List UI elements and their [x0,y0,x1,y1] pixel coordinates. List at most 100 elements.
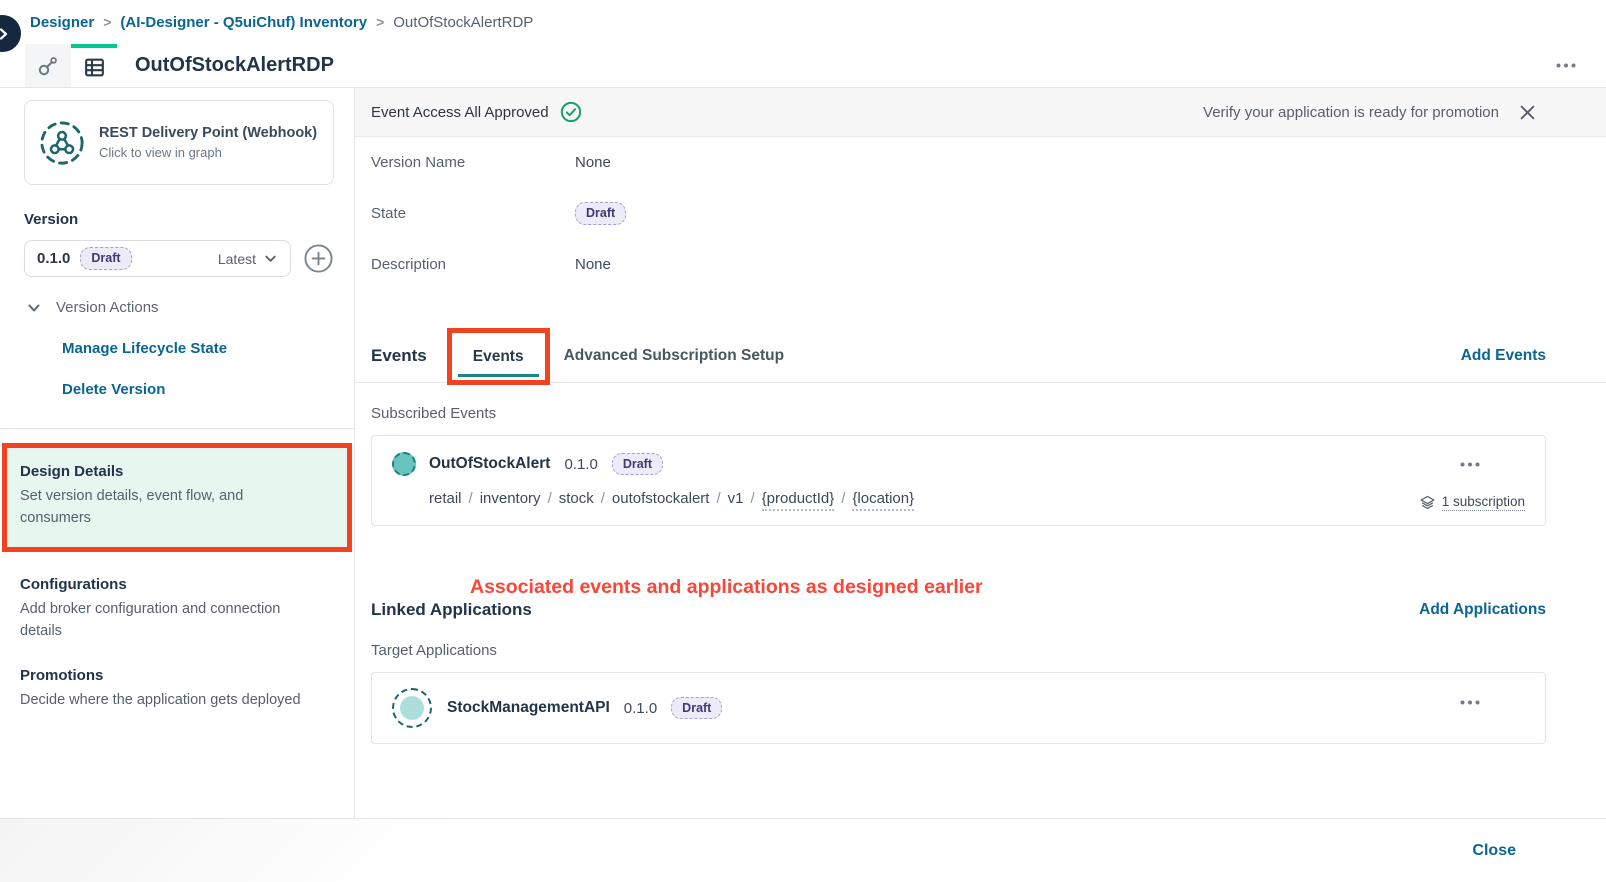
topic-separator: / [716,490,721,507]
breadcrumb-separator: > [103,14,112,30]
breadcrumb: Designer > (AI-Designer - Q5uiChuf) Inve… [0,0,1606,44]
event-card-header: OutOfStockAlert 0.1.0 Draft [392,452,1525,476]
subscription-count-link[interactable]: 1 subscription [1419,494,1525,511]
version-section-label: Version [24,211,79,228]
linked-applications-header: Linked Applications Add Applications [355,600,1606,620]
dismiss-banner-button[interactable] [1519,104,1536,121]
active-tab-underline [457,374,539,377]
state-badge: Draft [575,202,627,225]
application-menu-button[interactable] [1460,700,1480,705]
ellipsis-icon [1460,700,1480,705]
events-heading: Events [371,346,427,365]
designer-screen: Designer > (AI-Designer - Q5uiChuf) Inve… [0,0,1606,882]
events-section-header: Events Events Advanced Subscription Setu… [355,328,1606,385]
version-actions-toggle[interactable]: Version Actions [26,299,334,316]
tab-table-view[interactable] [71,44,117,87]
version-row: 0.1.0 Draft Latest [24,240,334,277]
sidebar-item-design-details[interactable]: Design Details Set version details, even… [2,443,352,552]
sidebar-divider [0,428,354,429]
event-icon [392,452,416,476]
topic-segment: retail [429,490,462,507]
sidebar-item-promotions[interactable]: Promotions Decide where the application … [20,667,334,711]
page-menu-button[interactable] [1556,63,1576,68]
breadcrumb-separator: > [376,14,385,30]
version-latest-label: Latest [217,250,256,267]
application-state-badge: Draft [671,696,723,720]
subscribed-events-label: Subscribed Events [371,405,497,422]
close-icon [1520,105,1535,119]
detail-value: None [575,256,611,273]
delete-version-link[interactable]: Delete Version [62,381,334,398]
nav-title: Design Details [20,463,124,480]
linked-applications-heading: Linked Applications [371,600,532,619]
table-view-icon [84,58,104,77]
topic-param-productid: {productId} [761,490,835,511]
page-title: OutOfStockAlertRDP [135,54,334,76]
annotation-text: Associated events and applications as de… [470,576,983,598]
application-version: 0.1.0 [623,699,658,717]
webhook-icon [40,120,84,165]
plus-circle-icon [304,244,333,273]
tab-advanced-subscription-setup[interactable]: Advanced Subscription Setup [564,347,784,365]
tab-events[interactable]: Events [473,348,524,366]
breadcrumb-current: OutOfStockAlertRDP [393,13,534,31]
application-name: StockManagementAPI [447,699,610,716]
version-latest-tag: Latest [218,251,278,267]
breadcrumb-designer[interactable]: Designer [30,14,94,31]
object-type-title: REST Delivery Point (Webhook) [99,125,318,141]
graph-view-icon [38,56,57,75]
add-version-button[interactable] [303,243,334,274]
breadcrumb-inventory[interactable]: (AI-Designer - Q5uiChuf) Inventory [120,14,367,31]
chevron-down-icon [265,255,276,262]
detail-row-state: State Draft [371,188,1606,239]
footer-bar: Close [0,818,1606,882]
sidebar: REST Delivery Point (Webhook) Click to v… [0,88,355,818]
chevron-right-icon [0,27,7,40]
detail-label: Version Name [371,154,466,171]
detail-row-version-name: Version Name None [371,137,1606,188]
version-state-badge: Draft [80,247,132,270]
topic-separator: / [600,490,605,507]
layers-icon [1420,495,1435,510]
target-application-card[interactable]: StockManagementAPI 0.1.0 Draft [371,672,1546,744]
ellipsis-icon [1556,63,1576,68]
topic-separator: / [468,490,473,507]
event-access-status: Event Access All Approved [371,103,549,121]
manage-lifecycle-state-link[interactable]: Manage Lifecycle State [62,340,334,357]
close-button[interactable]: Close [1472,842,1516,860]
topic-separator: / [547,490,552,507]
application-icon [392,688,432,728]
version-number: 0.1.0 [37,250,71,267]
topic-segment: inventory [479,490,541,507]
add-events-link[interactable]: Add Events [1461,347,1546,365]
subscribed-event-card[interactable]: OutOfStockAlert 0.1.0 Draft retail / inven… [371,435,1546,526]
add-applications-link[interactable]: Add Applications [1419,601,1546,619]
chevron-down-icon [28,304,40,311]
ellipsis-icon [1460,462,1480,467]
topic-param-location: {location} [852,490,915,511]
detail-value: None [575,154,611,171]
object-type-card[interactable]: REST Delivery Point (Webhook) Click to v… [24,100,334,185]
nav-desc: Set version details, event flow, and con… [20,488,244,527]
nav-desc: Add broker configuration and connection … [20,600,281,640]
nav-desc: Decide where the application gets deploy… [20,691,301,708]
version-details: Version Name None State Draft Descriptio… [355,137,1606,290]
topic-separator: / [750,490,755,507]
topic-segment: outofstockalert [611,490,710,507]
tab-graph-view[interactable] [25,44,71,87]
title-bar: OutOfStockAlertRDP [0,44,1606,88]
topic-segment: stock [558,490,594,507]
object-type-subtitle: Click to view in graph [99,145,222,160]
application-icon-fill [400,696,424,720]
detail-row-description: Description None [371,239,1606,290]
version-select[interactable]: 0.1.0 Draft Latest [24,240,291,277]
promotion-message: Verify your application is ready for pro… [1203,103,1499,121]
sidebar-item-configurations[interactable]: Configurations Add broker configuration … [20,576,334,643]
detail-label: Description [371,256,447,273]
event-name: OutOfStockAlert [429,455,551,472]
event-version: 0.1.0 [564,455,598,473]
detail-label: State [371,205,407,222]
event-menu-button[interactable] [1460,462,1480,467]
check-circle-icon [560,101,581,123]
status-strip: Event Access All Approved Verify your ap… [355,88,1606,137]
